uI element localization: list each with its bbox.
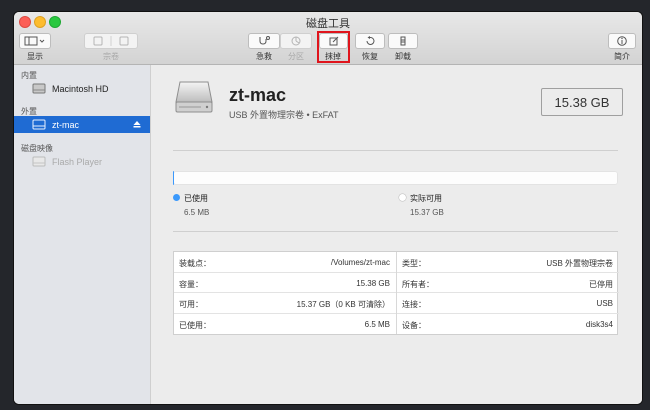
- internal-disk-icon: [32, 83, 46, 94]
- title-bar: 磁盘工具 显示 宗卷 急救 分区 抹掉 恢复 卸载 简介: [14, 12, 642, 65]
- restore-button[interactable]: [355, 33, 385, 49]
- info-row: 设备： disk3s4: [397, 314, 619, 335]
- info-value: USB 外置物理宗卷: [546, 259, 613, 268]
- info-label: 简介: [614, 52, 630, 61]
- free-legend-dot: [399, 194, 406, 201]
- info-row: 所有者： 已停用: [397, 273, 619, 293]
- stethoscope-icon: [259, 36, 270, 45]
- unmount-button[interactable]: [388, 33, 418, 49]
- info-key: 类型：: [402, 259, 426, 268]
- sidebar-item-flash-player[interactable]: Flash Player: [14, 153, 150, 170]
- free-legend-label: 实际可用: [410, 194, 442, 203]
- info-key: 可用：: [179, 300, 203, 309]
- unmount-icon: [400, 36, 406, 46]
- sidebar-item-label: Flash Player: [52, 156, 103, 167]
- info-button[interactable]: [608, 33, 636, 49]
- eject-icon[interactable]: [133, 120, 141, 128]
- disk-drive-icon: [175, 81, 213, 113]
- sidebar-item-zt-mac[interactable]: zt-mac: [14, 116, 150, 133]
- info-row: 容量： 15.38 GB: [174, 273, 396, 293]
- divider: [173, 150, 618, 151]
- external-disk-icon: [32, 119, 46, 130]
- info-icon: [617, 36, 627, 46]
- main-panel: zt-mac USB 外置物理宗卷 • ExFAT 15.38 GB 已使用 6…: [151, 65, 642, 404]
- info-value: 15.37 GB（0 KB 可清除）: [296, 300, 390, 309]
- used-legend-label: 已使用: [184, 194, 208, 203]
- sidebar-item-label: Macintosh HD: [52, 83, 109, 94]
- info-row: 类型： USB 外置物理宗卷: [397, 252, 619, 273]
- disk-utility-window: 磁盘工具 显示 宗卷 急救 分区 抹掉 恢复 卸载 简介 内置 Macintos…: [14, 12, 642, 404]
- partition-label: 分区: [288, 52, 304, 61]
- free-legend-value: 15.37 GB: [410, 208, 444, 217]
- partition-button: [280, 33, 312, 49]
- used-legend-value: 6.5 MB: [184, 208, 210, 217]
- info-value: 已停用: [589, 279, 613, 289]
- info-value: /Volumes/zt-mac: [330, 258, 390, 267]
- usage-bar: [173, 171, 618, 185]
- sidebar-toggle-icon: [24, 36, 45, 46]
- info-value: disk3s4: [585, 319, 613, 329]
- info-key: 连接：: [402, 300, 426, 309]
- sidebar-item-macintosh-hd[interactable]: Macintosh HD: [14, 80, 150, 97]
- disk-description: USB 外置物理宗卷 • ExFAT: [229, 110, 339, 120]
- first-aid-button[interactable]: [248, 33, 280, 49]
- capacity-display: 15.38 GB: [541, 88, 623, 116]
- info-key: 所有者：: [402, 279, 434, 289]
- info-column-right: 类型： USB 外置物理宗卷 所有者： 已停用 连接： USB 设备： disk…: [397, 252, 619, 334]
- volume-add-remove-icon: [93, 36, 129, 46]
- info-value: 6.5 MB: [364, 319, 390, 329]
- disk-name: zt-mac: [229, 85, 287, 105]
- restore-arrow-icon: [366, 36, 375, 45]
- info-row: 连接： USB: [397, 293, 619, 314]
- info-key: 容量：: [179, 279, 203, 289]
- info-row: 可用： 15.37 GB（0 KB 可清除）: [174, 293, 396, 314]
- info-value: USB: [596, 299, 613, 308]
- info-key: 设备：: [402, 320, 426, 330]
- pie-partition-icon: [291, 36, 301, 46]
- unmount-label: 卸载: [395, 52, 411, 61]
- volume-label: 宗卷: [103, 52, 119, 61]
- volume-button-group: [84, 33, 138, 49]
- info-row: 装载点： /Volumes/zt-mac: [174, 252, 396, 273]
- info-table: 装载点： /Volumes/zt-mac 容量： 15.38 GB 可用： 15…: [173, 251, 619, 335]
- info-key: 装载点：: [179, 259, 211, 268]
- info-value: 15.38 GB: [356, 278, 390, 288]
- used-legend-dot: [173, 194, 180, 201]
- info-key: 已使用：: [179, 320, 211, 330]
- show-label: 显示: [27, 52, 43, 61]
- sidebar: 内置 Macintosh HD 外置 zt-mac 磁盘映像 Flash Pla…: [14, 65, 151, 404]
- divider: [173, 231, 618, 232]
- show-view-button[interactable]: [19, 33, 51, 49]
- window-title: 磁盘工具: [306, 18, 350, 30]
- disk-image-icon: [32, 156, 46, 167]
- erase-highlight-box: [317, 31, 350, 63]
- usage-bar-used-fill: [173, 171, 174, 185]
- info-column-left: 装载点： /Volumes/zt-mac 容量： 15.38 GB 可用： 15…: [174, 252, 396, 334]
- info-row: 已使用： 6.5 MB: [174, 314, 396, 335]
- sidebar-item-label: zt-mac: [52, 119, 79, 130]
